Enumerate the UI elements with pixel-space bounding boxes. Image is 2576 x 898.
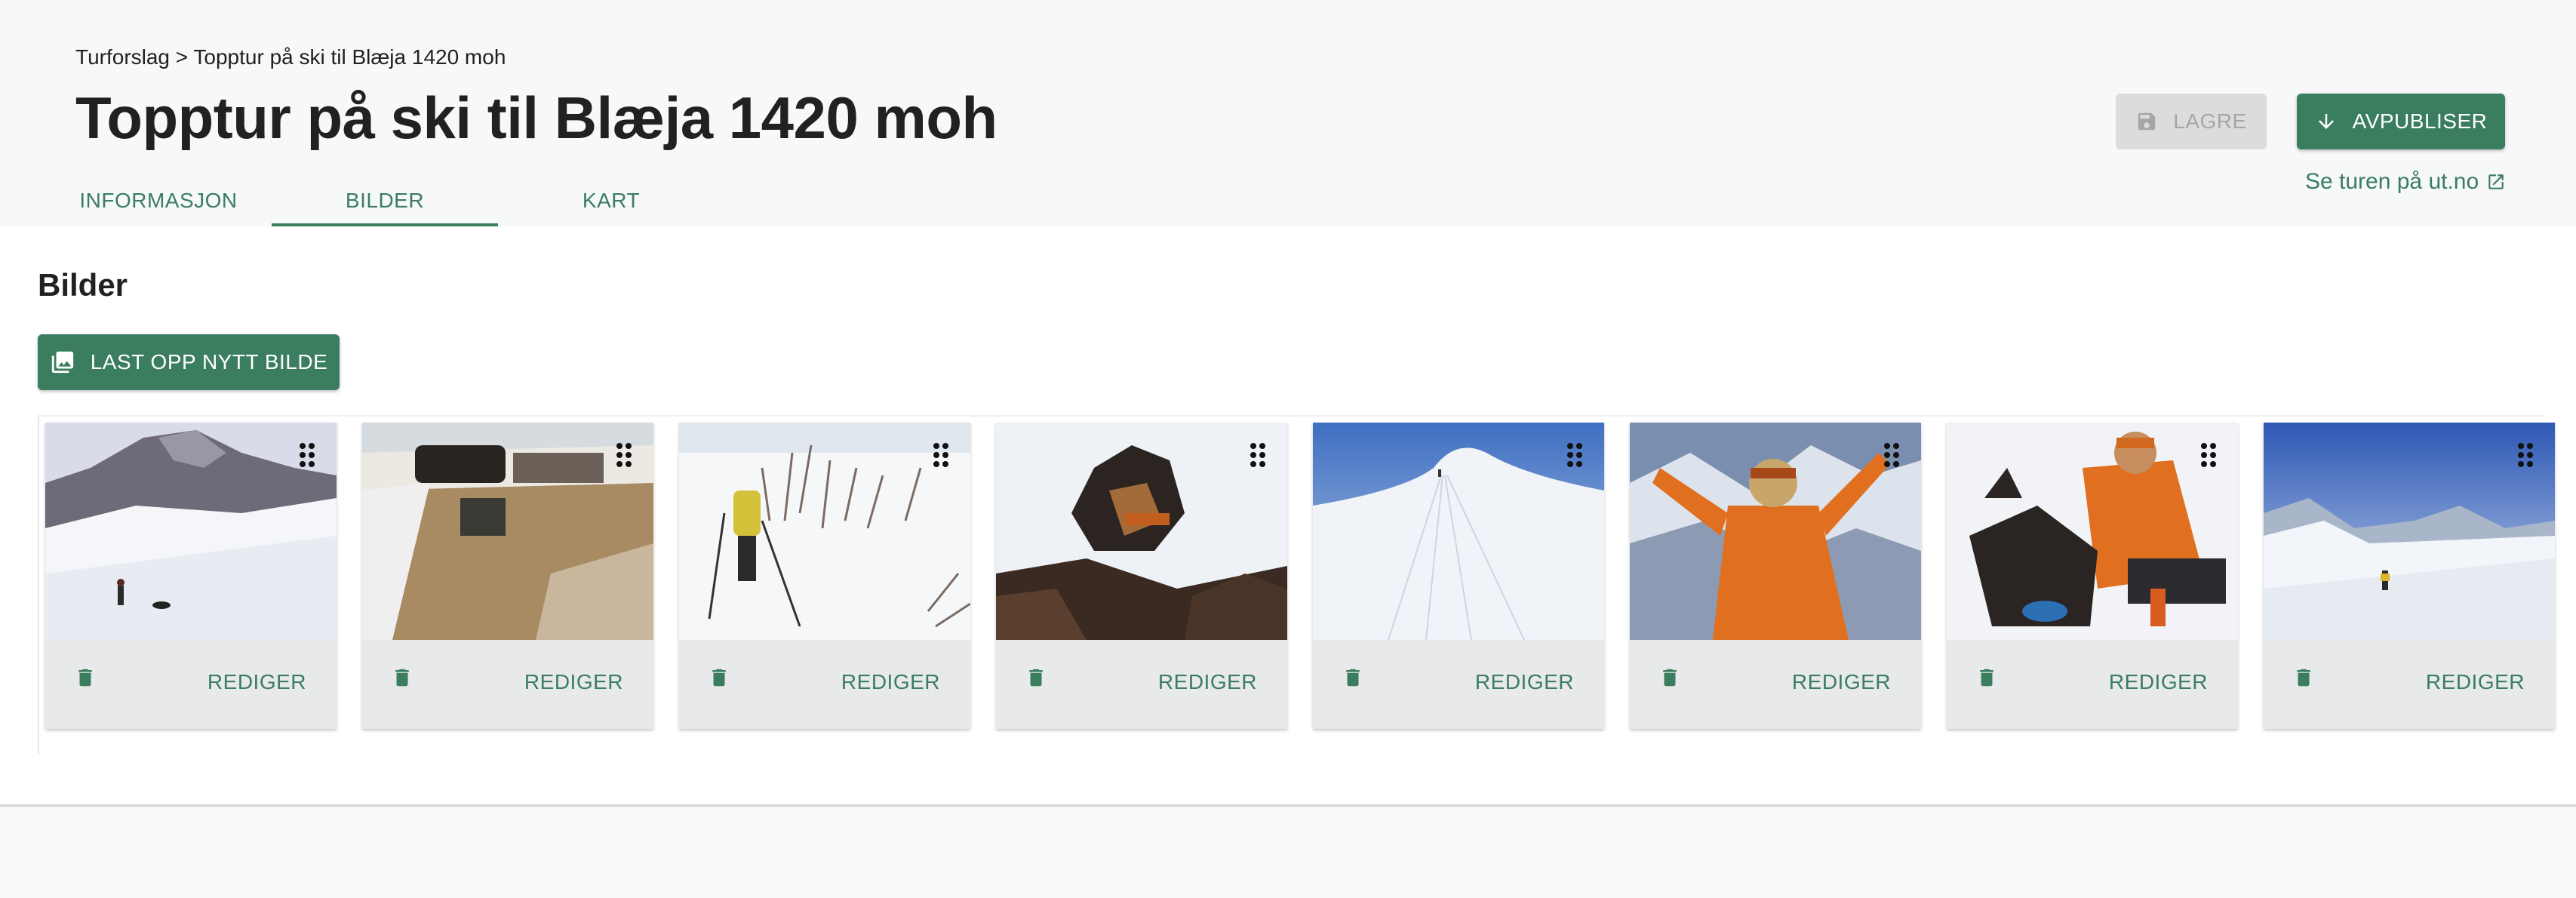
edit-image-button[interactable]: REDIGER [841,670,940,694]
image-card: REDIGER [362,423,653,729]
main-content: Bilder LAST OPP NYTT BILDE REDIGER REDIG… [0,226,2576,806]
drag-handle-icon[interactable] [616,442,632,468]
drag-handle-icon[interactable] [2517,442,2534,468]
image-thumbnail[interactable] [1630,423,1921,640]
edit-image-button[interactable]: REDIGER [1792,670,1891,694]
image-thumbnail[interactable] [45,423,337,640]
image-card: REDIGER [1313,423,1604,729]
external-link-icon [2488,174,2504,189]
page-title: Topptur på ski til Blæja 1420 moh [75,85,998,151]
edit-image-button[interactable]: REDIGER [2109,670,2208,694]
image-gallery: REDIGER REDIGER REDIGER REDIGER REDIGER … [38,415,2555,755]
trash-icon[interactable] [391,664,413,691]
drag-handle-icon[interactable] [933,442,949,468]
image-thumbnail[interactable] [679,423,970,640]
edit-image-button[interactable]: REDIGER [2426,670,2525,694]
view-on-ut-link[interactable]: Se turen på ut.no [2305,169,2506,195]
page-header: Turforslag > Topptur på ski til Blæja 14… [0,0,2576,226]
image-thumbnail[interactable] [362,423,653,640]
unpublish-button[interactable]: AVPUBLISER [2297,94,2505,149]
image-thumbnail[interactable] [996,423,1287,640]
save-button-label: LAGRE [2173,109,2247,133]
edit-image-button[interactable]: REDIGER [1158,670,1257,694]
trash-icon[interactable] [2292,664,2315,691]
save-button[interactable]: LAGRE [2116,94,2267,149]
tab-kart[interactable]: KART [498,175,724,226]
image-thumbnail[interactable] [1313,423,1604,640]
image-card: REDIGER [2264,423,2555,729]
edit-image-button[interactable]: REDIGER [207,670,306,694]
image-thumbnail[interactable] [1947,423,2238,640]
tab-bilder[interactable]: BILDER [272,175,498,226]
breadcrumb[interactable]: Turforslag > Topptur på ski til Blæja 14… [75,45,506,69]
image-card: REDIGER [45,423,337,729]
image-card: REDIGER [996,423,1287,729]
drag-handle-icon[interactable] [2200,442,2217,468]
edit-image-button[interactable]: REDIGER [524,670,623,694]
trash-icon[interactable] [1658,664,1681,691]
drag-handle-icon[interactable] [1566,442,1583,468]
upload-image-button[interactable]: LAST OPP NYTT BILDE [38,334,340,390]
image-card: REDIGER [1947,423,2238,729]
drag-handle-icon[interactable] [1250,442,1266,468]
photo-library-icon [51,351,73,374]
tab-informasjon[interactable]: INFORMASJON [45,175,272,226]
unpublish-button-label: AVPUBLISER [2352,109,2488,133]
image-card: REDIGER [1630,423,1921,729]
edit-image-button[interactable]: REDIGER [1475,670,1574,694]
image-card: REDIGER [679,423,970,729]
trash-icon[interactable] [1975,664,1998,691]
drag-handle-icon[interactable] [299,442,315,468]
drag-handle-icon[interactable] [1883,442,1900,468]
arrow-down-icon [2318,114,2334,129]
trash-icon[interactable] [74,664,97,691]
trash-icon[interactable] [708,664,730,691]
upload-button-label: LAST OPP NYTT BILDE [90,350,328,374]
view-on-ut-label: Se turen på ut.no [2305,169,2479,194]
section-title: Bilder [38,267,128,303]
tab-bar: INFORMASJON BILDER KART [45,175,724,226]
floppy-disk-icon [2138,112,2156,131]
image-thumbnail[interactable] [2264,423,2555,640]
content-divider [0,804,2576,807]
trash-icon[interactable] [1342,664,1364,691]
trash-icon[interactable] [1025,664,1047,691]
